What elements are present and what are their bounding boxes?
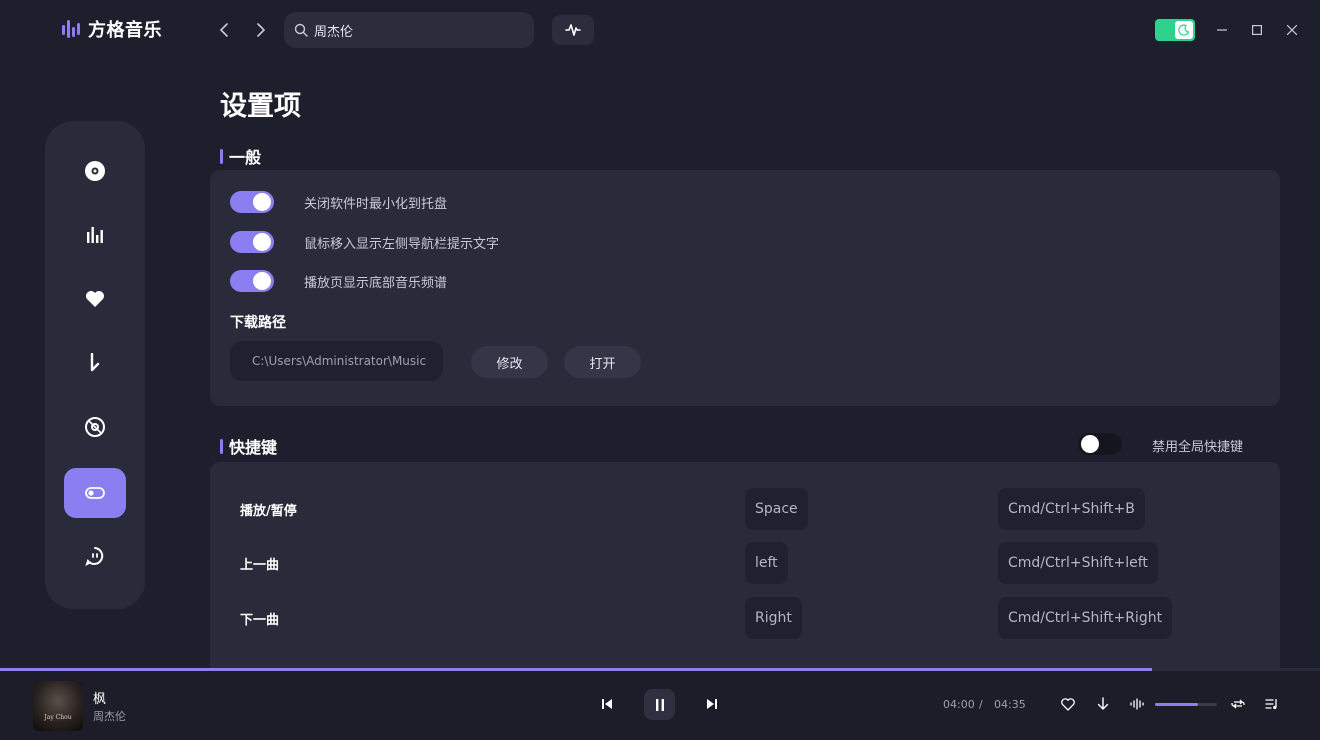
volume-slider[interactable] <box>1155 703 1217 706</box>
modify-path-button[interactable]: 修改 <box>471 346 548 378</box>
pause-icon <box>655 698 664 711</box>
close-icon <box>1287 25 1297 35</box>
toggle-icon <box>85 487 105 499</box>
download-path-field[interactable]: C:\Users\Administrator\Music <box>230 341 443 381</box>
hotkeys-card: 播放/暂停 Space Cmd/Ctrl+Shift+B 上一曲 left Cm… <box>210 462 1280 668</box>
next-button[interactable] <box>700 692 724 716</box>
page-title: 设置项 <box>220 91 301 122</box>
album-cover[interactable]: Jay Chou <box>33 681 83 731</box>
sidebar-item-downloads[interactable] <box>64 338 126 388</box>
theme-toggle[interactable] <box>1155 19 1195 41</box>
disable-global-hotkeys-label: 禁用全局快捷键 <box>1152 440 1244 455</box>
volume-fill <box>1155 703 1199 706</box>
option-label: 鼠标移入显示左侧导航栏提示文字 <box>304 236 500 252</box>
disc-icon <box>85 161 105 181</box>
minimize-icon <box>1217 29 1227 31</box>
cd-icon <box>85 417 105 437</box>
app-logo: 方格音乐 <box>62 16 162 42</box>
app-name: 方格音乐 <box>88 20 162 41</box>
song-artist[interactable]: 周杰伦 <box>93 708 126 724</box>
sidebar-item-about[interactable] <box>64 531 126 581</box>
general-title-text: 一般 <box>229 148 262 167</box>
download-path-label: 下载路径 <box>230 315 286 331</box>
forward-button[interactable] <box>249 18 273 42</box>
general-settings-card: 关闭软件时最小化到托盘 鼠标移入显示左侧导航栏提示文字 播放页显示底部音乐频谱 … <box>210 170 1280 406</box>
open-path-button[interactable]: 打开 <box>564 346 641 378</box>
sidebar <box>45 121 145 609</box>
section-marker <box>220 148 223 164</box>
repeat-icon <box>1231 699 1245 709</box>
hotkey-action: 下一曲 <box>240 613 280 628</box>
playlist-button[interactable] <box>1262 694 1282 714</box>
option-label: 播放页显示底部音乐频谱 <box>304 275 448 291</box>
table-row: 上一曲 left Cmd/Ctrl+Shift+left <box>210 542 1280 584</box>
current-time: 04:00 <box>943 698 975 711</box>
disable-global-hotkeys-switch[interactable] <box>1078 433 1122 455</box>
pause-button[interactable] <box>644 689 675 720</box>
audio-wave-button[interactable] <box>552 15 594 45</box>
section-marker <box>220 438 223 454</box>
hotkey-action: 上一曲 <box>240 558 280 573</box>
time-separator: / <box>979 698 983 711</box>
total-time: 04:35 <box>994 698 1026 711</box>
hotkeys-title-text: 快捷键 <box>229 438 278 457</box>
option-sidebar-tooltips: 鼠标移入显示左侧导航栏提示文字 <box>230 231 499 253</box>
close-button[interactable] <box>1281 19 1303 41</box>
chevron-left-icon <box>219 23 228 37</box>
hotkey-global[interactable]: Cmd/Ctrl+Shift+B <box>998 488 1145 530</box>
repeat-button[interactable] <box>1228 694 1248 714</box>
logo-icon <box>62 20 80 38</box>
hotkeys-section-title: 快捷键 <box>220 434 277 458</box>
minimize-button[interactable] <box>1211 19 1233 41</box>
option-minimize-to-tray: 关闭软件时最小化到托盘 <box>230 191 447 213</box>
sidebar-item-charts[interactable] <box>64 210 126 260</box>
song-progress-bar[interactable] <box>0 668 1320 671</box>
general-section-title: 一般 <box>220 144 261 168</box>
chat-icon <box>85 547 104 566</box>
previous-button[interactable] <box>595 692 619 716</box>
option-show-spectrum: 播放页显示底部音乐频谱 <box>230 270 447 292</box>
song-progress-fill <box>0 668 1153 671</box>
volume-wave-icon <box>1130 698 1144 710</box>
sidebar-item-cd[interactable] <box>64 402 126 452</box>
song-title[interactable]: 枫 <box>93 688 106 707</box>
heart-outline-icon <box>1061 697 1075 711</box>
search-icon <box>294 23 308 37</box>
hotkey-local[interactable]: left <box>745 542 788 584</box>
heart-icon <box>86 291 104 307</box>
maximize-button[interactable] <box>1246 19 1268 41</box>
minimize-to-tray-switch[interactable] <box>230 191 274 213</box>
sidebar-item-disc[interactable] <box>64 146 126 196</box>
skip-previous-icon <box>602 699 612 709</box>
table-row: 播放/暂停 Space Cmd/Ctrl+Shift+B <box>210 488 1280 530</box>
volume-button[interactable] <box>1127 694 1147 714</box>
cover-text: Jay Chou <box>44 714 72 721</box>
waveform-icon <box>565 24 581 36</box>
sidebar-item-favorites[interactable] <box>64 274 126 324</box>
hotkey-local[interactable]: Space <box>745 488 808 530</box>
arrow-down-icon <box>1097 697 1109 710</box>
skip-next-icon <box>707 699 717 709</box>
search-input[interactable] <box>314 22 514 38</box>
hotkey-action: 播放/暂停 <box>240 504 297 519</box>
search-box[interactable] <box>284 12 534 48</box>
playlist-icon <box>1265 699 1277 710</box>
like-button[interactable] <box>1058 694 1078 714</box>
show-spectrum-switch[interactable] <box>230 270 274 292</box>
option-label: 关闭软件时最小化到托盘 <box>304 196 448 212</box>
chevron-right-icon <box>257 23 266 37</box>
maximize-icon <box>1252 25 1262 35</box>
download-icon <box>90 353 100 372</box>
moon-icon <box>1175 21 1193 39</box>
hotkey-local[interactable]: Right <box>745 597 802 639</box>
bar-chart-icon <box>87 227 103 243</box>
hotkey-global[interactable]: Cmd/Ctrl+Shift+left <box>998 542 1158 584</box>
sidebar-item-settings[interactable] <box>64 468 126 518</box>
download-button[interactable] <box>1093 694 1113 714</box>
back-button[interactable] <box>212 18 236 42</box>
sidebar-tooltips-switch[interactable] <box>230 231 274 253</box>
table-row: 下一曲 Right Cmd/Ctrl+Shift+Right <box>210 597 1280 639</box>
hotkey-global[interactable]: Cmd/Ctrl+Shift+Right <box>998 597 1173 639</box>
